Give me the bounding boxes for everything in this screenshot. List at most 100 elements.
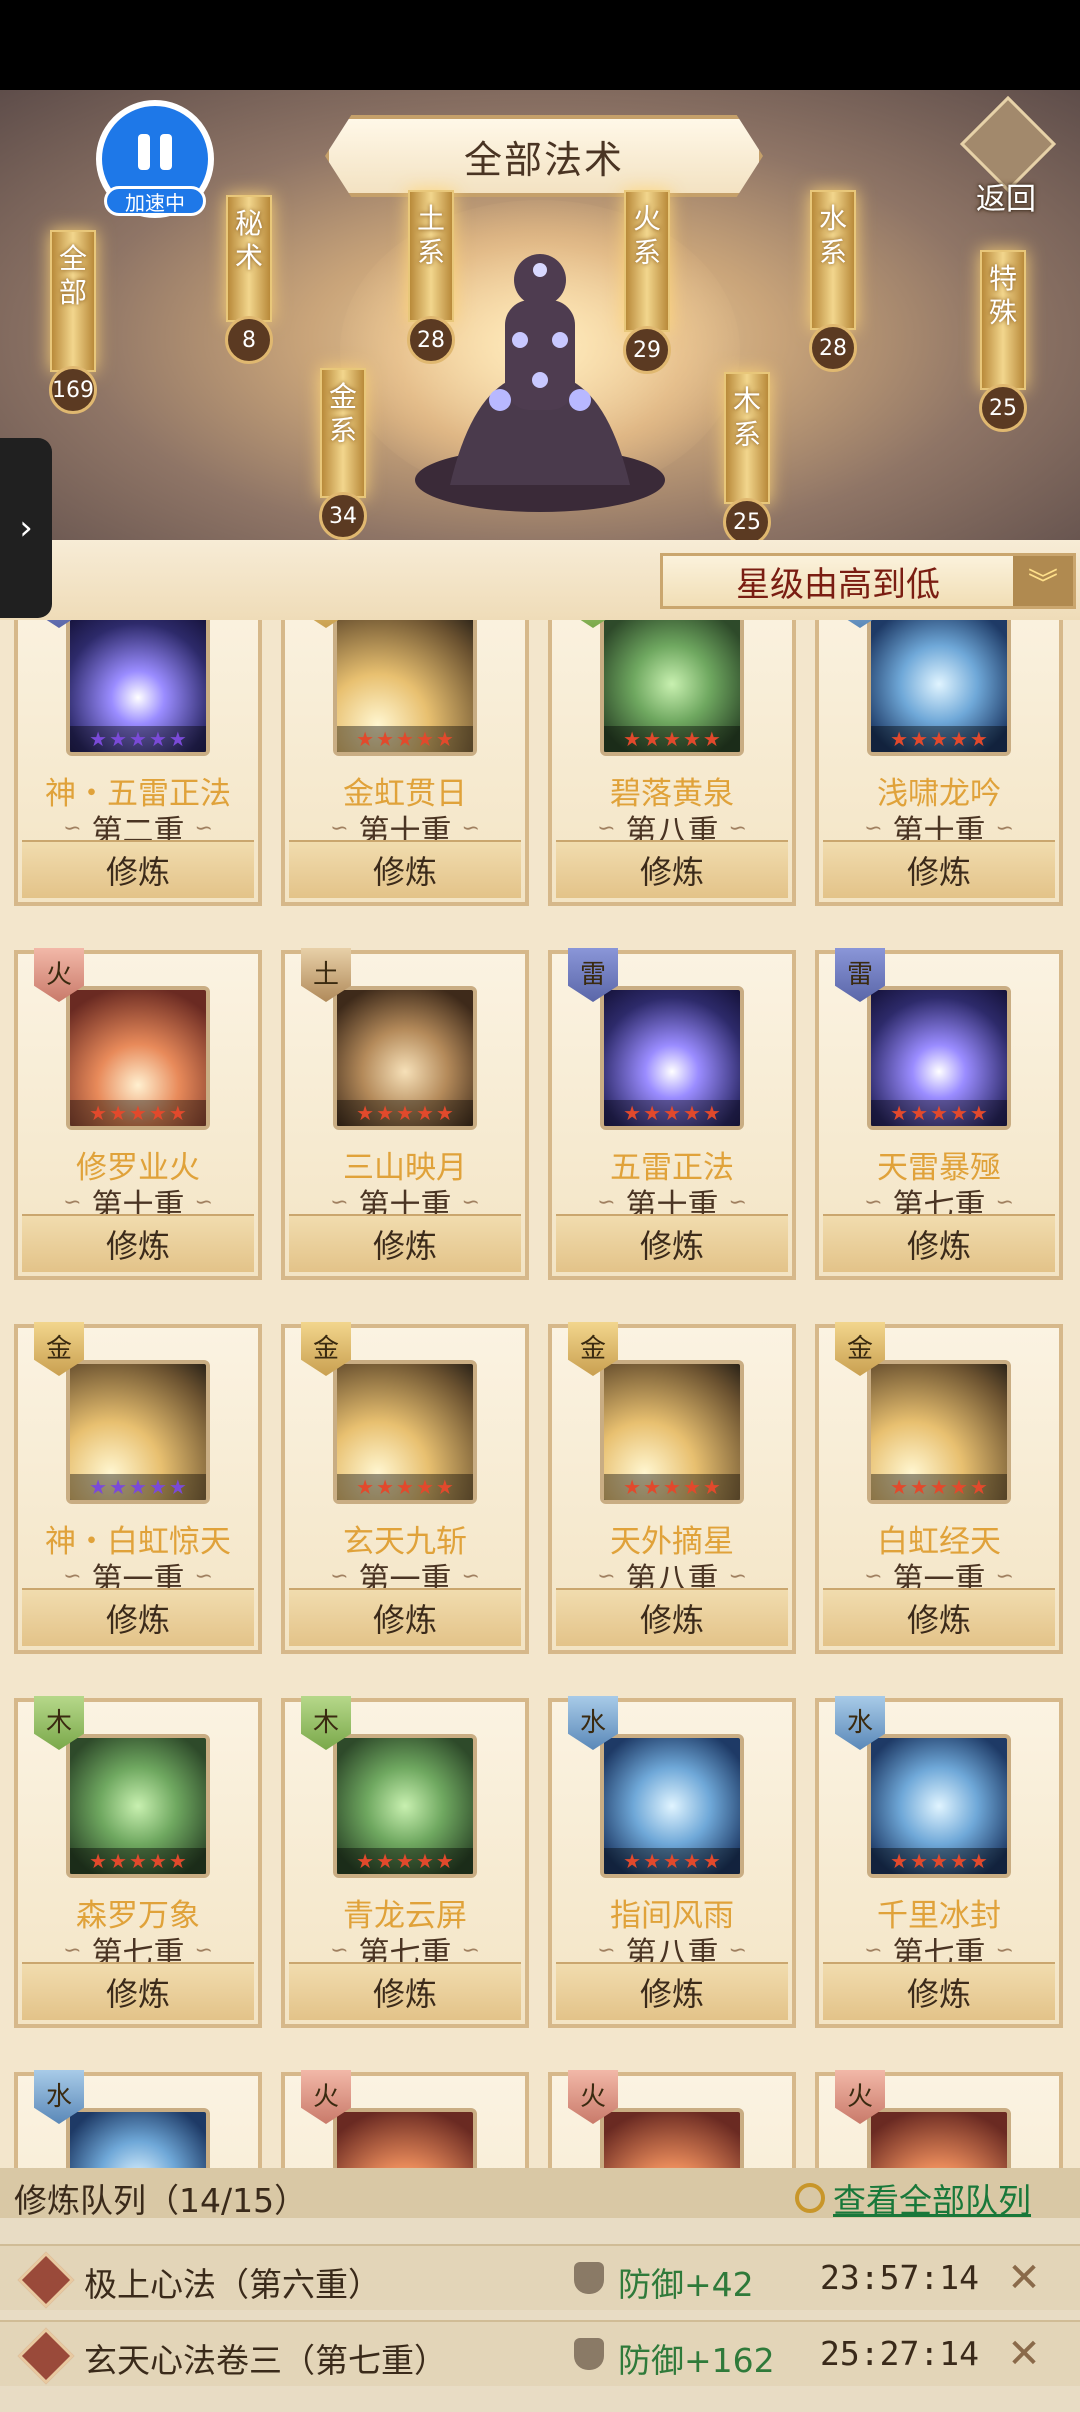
category-earth[interactable]: 土 系 28 [404, 190, 458, 364]
category-water[interactable]: 水 系 28 [806, 190, 860, 372]
train-button[interactable]: 修炼 [289, 1962, 521, 2020]
train-button[interactable]: 修炼 [556, 1962, 788, 2020]
category-wood[interactable]: 木 系 25 [720, 372, 774, 540]
star-icon: ★ [643, 727, 662, 751]
ornament-icon: ∽ [728, 815, 747, 841]
category-stick: 秘 术 [226, 195, 272, 322]
star-rating: ★ ★ ★ ★ ★ [70, 1848, 206, 1874]
train-button[interactable]: 修炼 [22, 1962, 254, 2020]
star-icon: ★ [682, 1849, 701, 1873]
category-char: 术 [234, 241, 263, 274]
spell-card[interactable]: ★★★★★水浅啸龙吟∽第十重∽修炼 [815, 620, 1063, 906]
train-button[interactable]: 修炼 [823, 1214, 1055, 1272]
spell-card[interactable]: ★★★★★木碧落黄泉∽第八重∽修炼 [548, 620, 796, 906]
ornament-icon: ∽ [864, 1563, 883, 1589]
train-button[interactable]: 修炼 [22, 840, 254, 898]
star-icon: ★ [890, 727, 909, 751]
category-secret[interactable]: 秘 术 8 [222, 195, 276, 364]
star-icon: ★ [396, 727, 414, 751]
train-button[interactable]: 修炼 [823, 1588, 1055, 1646]
star-icon: ★ [109, 1101, 128, 1125]
chevron-right-icon: › [19, 508, 33, 548]
spell-card[interactable]: ★ ★ ★ ★ ★ 雷五雷正法 ∽ 第十重 ∽ 修炼 [548, 948, 796, 1280]
spell-card[interactable]: ★ ★ ★ ★ ★ 金玄天九斩 ∽ 第一重 ∽ 修炼 [281, 1322, 529, 1654]
star-rating: ★ ★ ★ ★ ★ [871, 1474, 1007, 1500]
star-rating: ★ ★ ★ ★ ★ [871, 1100, 1007, 1126]
star-icon: ★ [129, 1101, 147, 1125]
spell-card[interactable]: ★ ★ ★ ★ ★ 木森罗万象 ∽ 第七重 ∽ 修炼 [14, 1696, 262, 2028]
spell-card[interactable]: 火 [815, 2070, 1063, 2168]
spell-art-icon [867, 2108, 1011, 2168]
spell-card[interactable]: ★★★★★金金虹贯日∽第十重∽修炼 [281, 620, 529, 906]
category-count: 8 [225, 316, 273, 364]
queue-header: 修炼队列（14/15） 查看全部队列 [0, 2168, 1080, 2220]
spell-card[interactable]: ★ ★ ★ ★ ★ 土三山映月 ∽ 第十重 ∽ 修炼 [281, 948, 529, 1280]
category-fire[interactable]: 火 系 29 [620, 190, 674, 374]
spell-card[interactable]: ★ ★ ★ ★ ★ 木青龙云屏 ∽ 第七重 ∽ 修炼 [281, 1696, 529, 2028]
cancel-icon[interactable]: ✕ [1000, 2330, 1048, 2378]
category-metal[interactable]: 金 系 34 [316, 368, 370, 540]
sort-dropdown[interactable]: 星级由高到低 ︾ [660, 553, 1076, 609]
train-button[interactable]: 修炼 [823, 1962, 1055, 2020]
spell-card[interactable]: ★ ★ ★ ★ ★ 金天外摘星 ∽ 第八重 ∽ 修炼 [548, 1322, 796, 1654]
speed-status-badge: 加速中 [104, 186, 206, 216]
ornament-icon: ∽ [461, 815, 480, 841]
spell-card[interactable]: 火 [548, 2070, 796, 2168]
ornament-icon: ∽ [995, 1937, 1014, 1963]
category-char: 木 [732, 384, 761, 417]
spell-card[interactable]: 火 [281, 2070, 529, 2168]
star-icon: ★ [168, 727, 187, 751]
ornament-icon: ∽ [597, 1563, 616, 1589]
side-expand-tab[interactable]: › [0, 438, 52, 618]
star-icon: ★ [89, 1849, 108, 1873]
category-stick: 特 殊 [980, 250, 1026, 390]
category-stick: 土 系 [408, 190, 454, 322]
spell-card[interactable]: ★ ★ ★ ★ ★ 雷天雷暴殛 ∽ 第七重 ∽ 修炼 [815, 948, 1063, 1280]
view-all-queue-link[interactable]: 查看全部队列 [795, 2174, 1031, 2222]
star-icon: ★ [702, 1849, 721, 1873]
category-char: 殊 [988, 296, 1017, 329]
cancel-icon[interactable]: ✕ [1000, 2254, 1048, 2302]
star-icon: ★ [702, 727, 721, 751]
star-icon: ★ [148, 1849, 167, 1873]
category-char: 系 [416, 236, 445, 269]
star-icon: ★ [702, 1475, 721, 1499]
back-button[interactable]: 返回 [959, 95, 1070, 224]
ornament-icon: ∽ [461, 1937, 480, 1963]
ornament-icon: ∽ [597, 1189, 616, 1215]
star-icon: ★ [376, 1849, 395, 1873]
star-icon: ★ [910, 1849, 929, 1873]
ornament-icon: ∽ [728, 1563, 747, 1589]
star-icon: ★ [168, 1475, 187, 1499]
category-special[interactable]: 特 殊 25 [976, 250, 1030, 432]
star-icon: ★ [109, 727, 128, 751]
star-icon: ★ [129, 1475, 147, 1499]
category-all[interactable]: 全 部 169 [46, 230, 100, 414]
spell-card[interactable]: ★ ★ ★ ★ ★ 金白虹经天 ∽ 第一重 ∽ 修炼 [815, 1322, 1063, 1654]
star-icon: ★ [930, 727, 948, 751]
train-button[interactable]: 修炼 [823, 840, 1055, 898]
train-button[interactable]: 修炼 [556, 1214, 788, 1272]
star-icon: ★ [415, 1101, 434, 1125]
train-button[interactable]: 修炼 [289, 1214, 521, 1272]
spell-card[interactable]: ★ ★ ★ ★ ★ 水指间风雨 ∽ 第八重 ∽ 修炼 [548, 1696, 796, 2028]
spell-art-icon [333, 2108, 477, 2168]
star-rating: ★ ★ ★ ★ ★ [337, 726, 473, 752]
train-button[interactable]: 修炼 [22, 1214, 254, 1272]
train-button[interactable]: 修炼 [556, 1588, 788, 1646]
star-icon: ★ [949, 1849, 968, 1873]
spell-card[interactable]: ★ ★ ★ ★ ★ 金神・白虹惊天 ∽ 第一重 ∽ 修炼 [14, 1322, 262, 1654]
star-icon: ★ [435, 1101, 454, 1125]
star-rating: ★ ★ ★ ★ ★ [604, 1848, 740, 1874]
category-char: 系 [818, 236, 847, 269]
train-button[interactable]: 修炼 [289, 840, 521, 898]
spell-card[interactable]: 水 [14, 2070, 262, 2168]
spell-card[interactable]: ★★★★★雷神・五雷正法∽第二重∽修炼 [14, 620, 262, 906]
spell-card[interactable]: ★ ★ ★ ★ ★ 水千里冰封 ∽ 第七重 ∽ 修炼 [815, 1696, 1063, 2028]
train-button[interactable]: 修炼 [556, 840, 788, 898]
spell-card[interactable]: ★ ★ ★ ★ ★ 火修罗业火 ∽ 第十重 ∽ 修炼 [14, 948, 262, 1280]
category-stick: 水 系 [810, 190, 856, 330]
train-button[interactable]: 修炼 [289, 1588, 521, 1646]
train-button[interactable]: 修炼 [22, 1588, 254, 1646]
star-icon: ★ [910, 727, 929, 751]
